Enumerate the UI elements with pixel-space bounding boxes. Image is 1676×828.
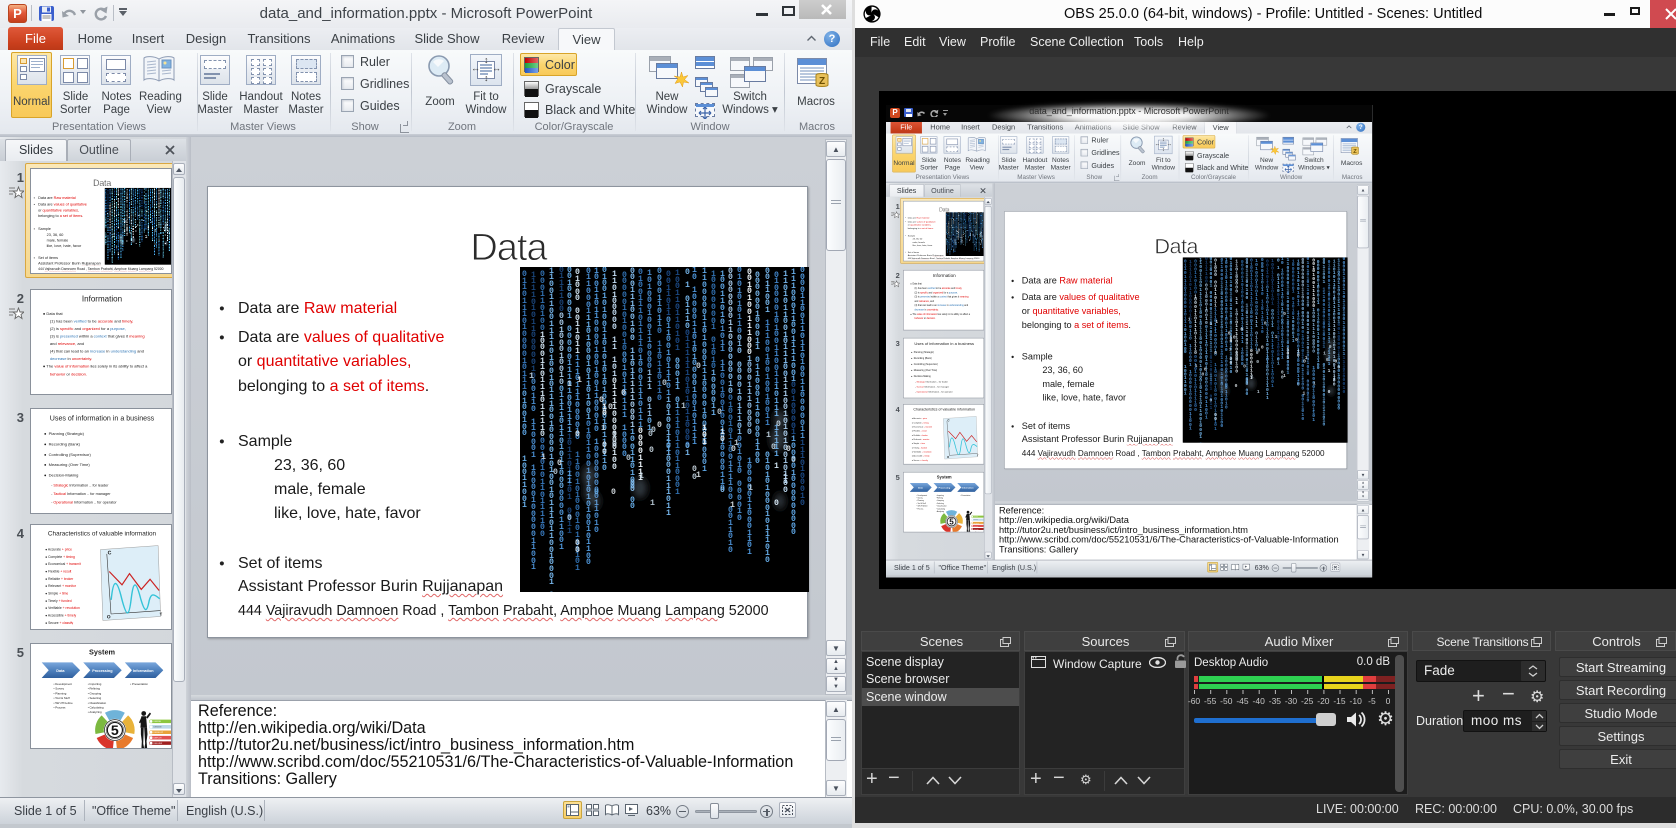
svg-text:-55: -55: [1204, 696, 1217, 706]
svg-text:-60: -60: [1188, 696, 1200, 706]
svg-text:Z: Z: [819, 76, 825, 87]
svg-text:-10: -10: [1350, 696, 1363, 706]
svg-text:-20: -20: [1317, 696, 1330, 706]
svg-text:-30: -30: [1285, 696, 1298, 706]
svg-text:Z: Z: [1353, 149, 1357, 155]
svg-text:0: 0: [1386, 696, 1391, 706]
svg-text:-40: -40: [1253, 696, 1266, 706]
svg-text:-45: -45: [1236, 696, 1249, 706]
svg-text:-35: -35: [1269, 696, 1282, 706]
svg-text:-5: -5: [1368, 696, 1376, 706]
svg-text:-25: -25: [1301, 696, 1314, 706]
svg-text:-50: -50: [1220, 696, 1233, 706]
svg-text:-15: -15: [1333, 696, 1346, 706]
